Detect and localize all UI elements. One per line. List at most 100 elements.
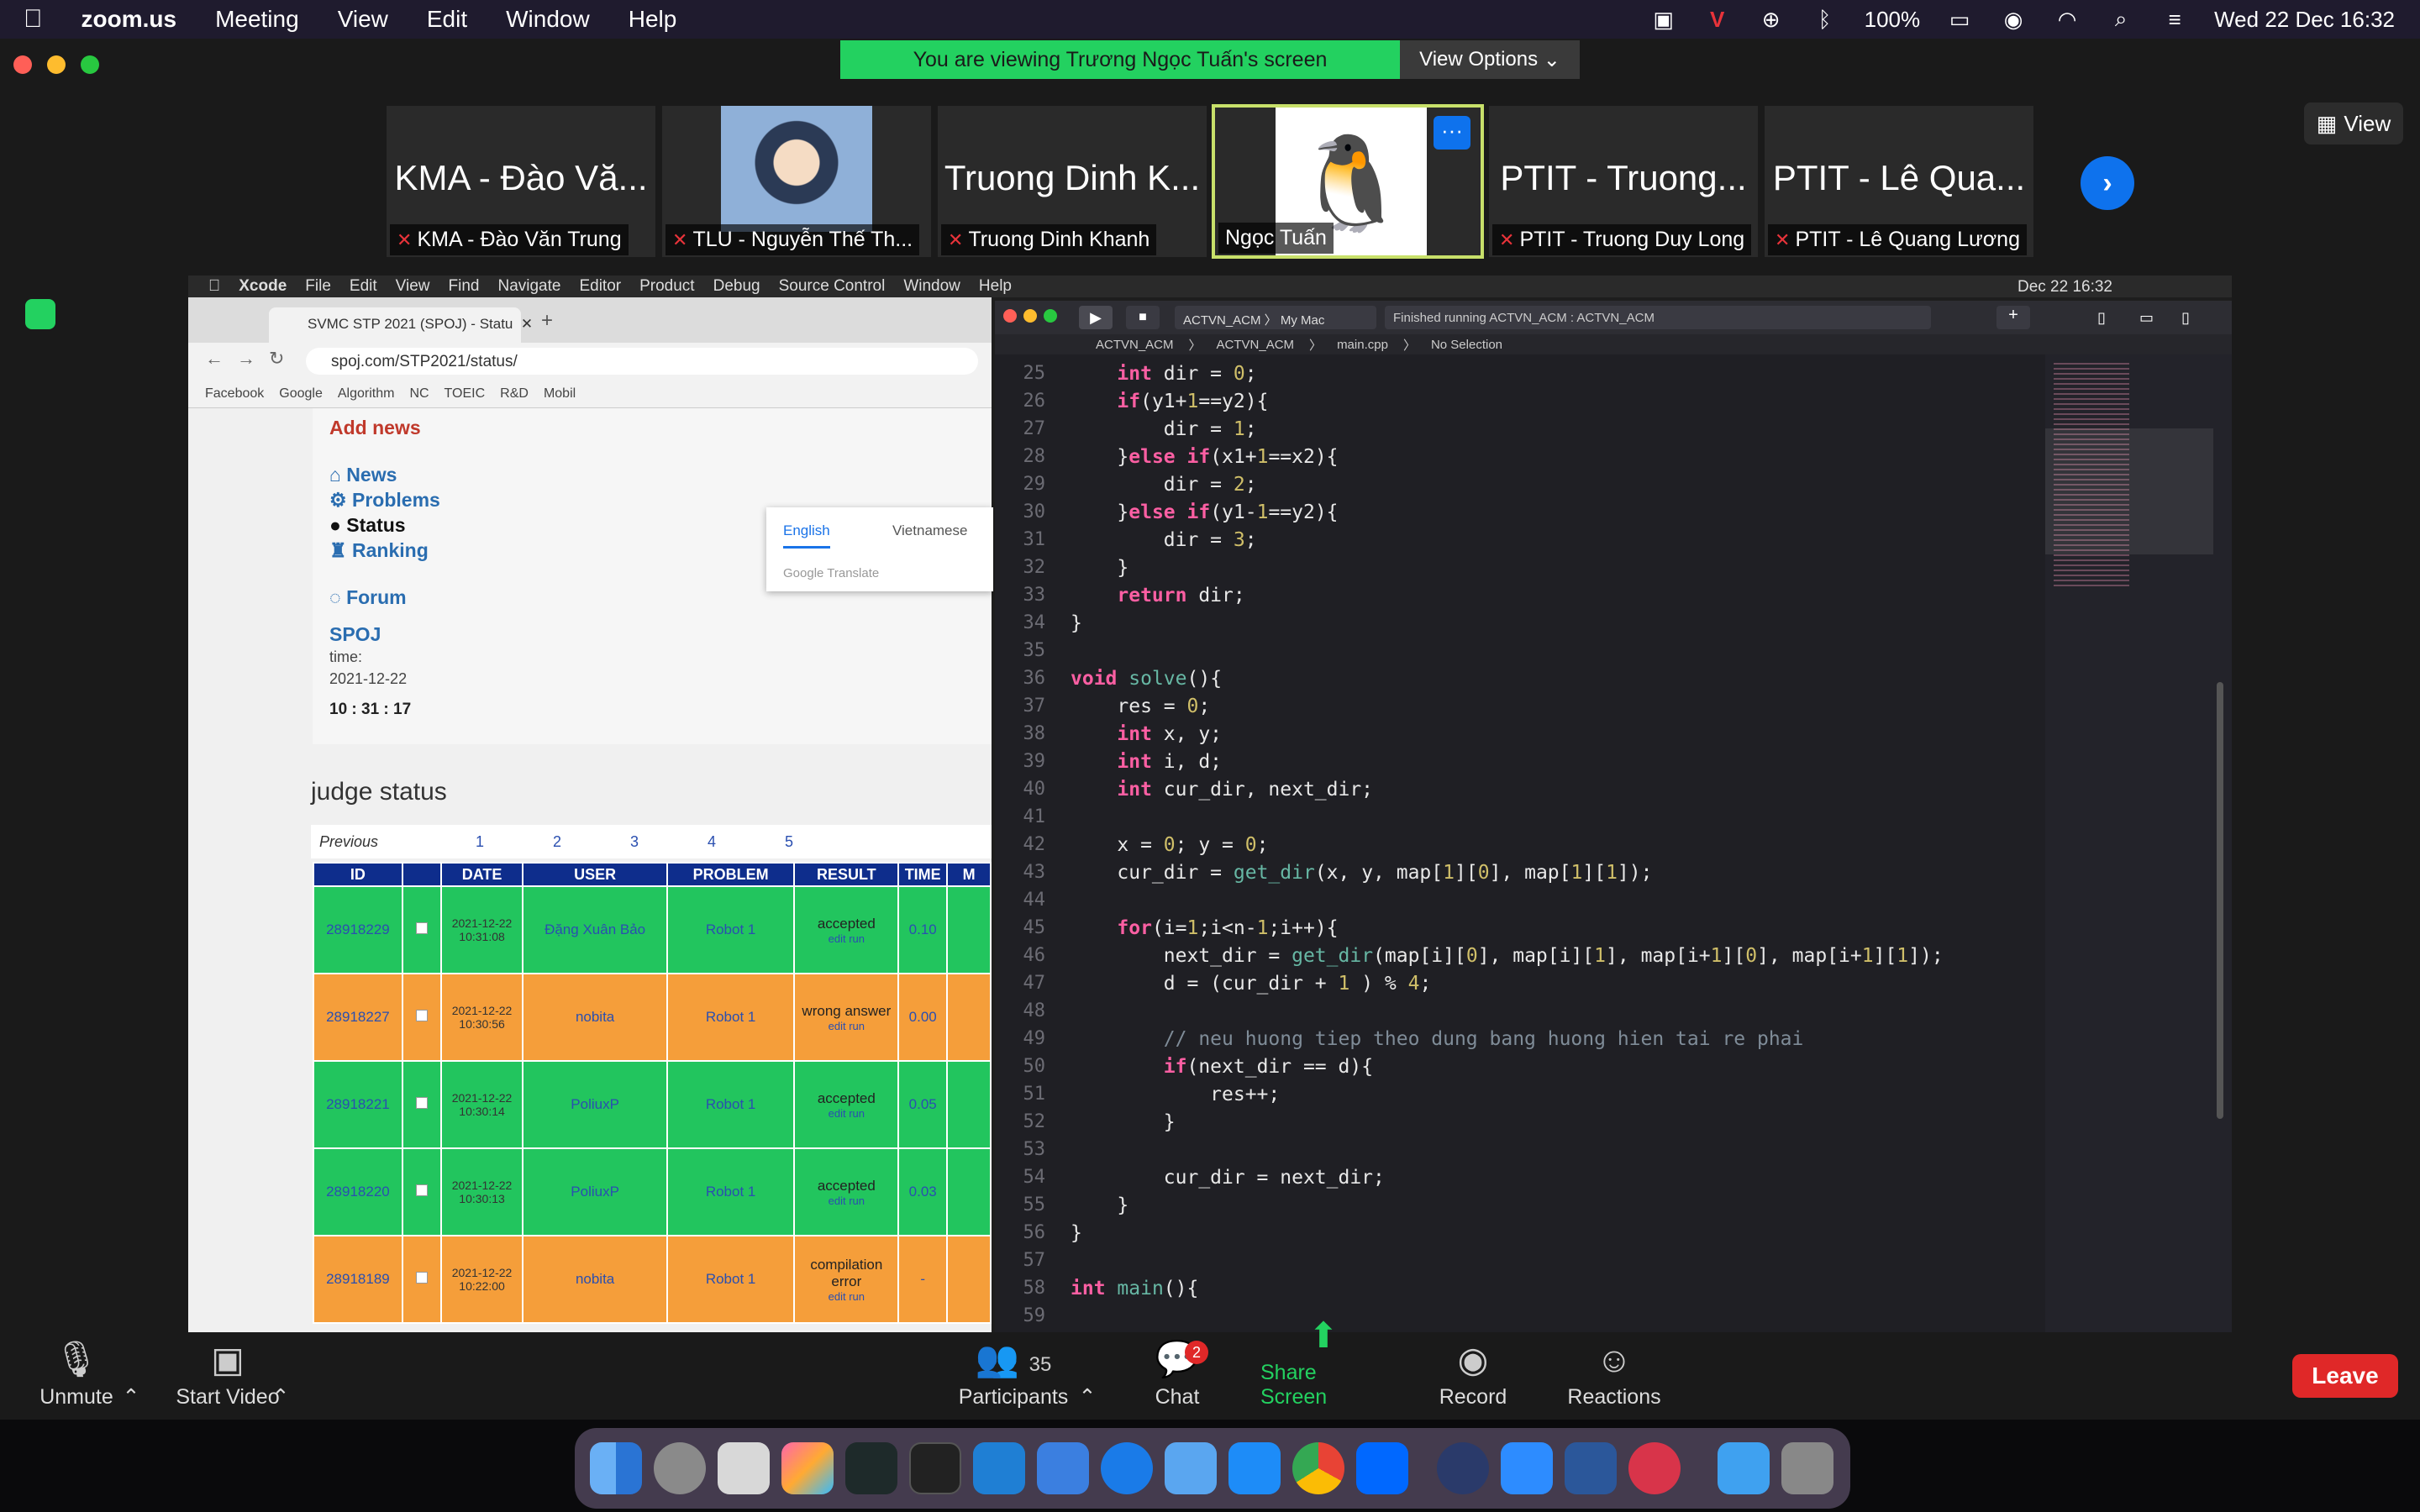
code-line[interactable]: }: [1071, 612, 1082, 634]
participant-tile[interactable]: ✕ TLU - Nguyễn Thế Th...: [662, 106, 931, 257]
code-line[interactable]: int x, y;: [1071, 723, 1222, 745]
code-line[interactable]: // neu huong tiep theo dung bang huong h…: [1071, 1028, 1804, 1050]
jumpbar-group[interactable]: ACTVN_ACM: [1217, 338, 1295, 352]
control-center-icon[interactable]: ≡: [2160, 7, 2189, 32]
automator-icon[interactable]: [718, 1442, 770, 1494]
code-line[interactable]: cur_dir = next_dir;: [1071, 1167, 1385, 1189]
page-link[interactable]: 1: [476, 833, 484, 851]
fullscreen-window-button[interactable]: [81, 55, 99, 74]
scheme-selector[interactable]: ACTVN_ACM 〉 My Mac: [1175, 306, 1376, 329]
audio-options-chevron-icon[interactable]: ⌃: [121, 1336, 141, 1416]
cell-user[interactable]: PoliuxP: [522, 1147, 668, 1236]
edit-run-links[interactable]: edit run: [795, 1290, 897, 1303]
nav-problems[interactable]: ⚙ Problems: [329, 489, 440, 512]
participant-tile[interactable]: PTIT - Truong... ✕ PTIT - Truong Duy Long: [1489, 106, 1758, 257]
menu-window[interactable]: Window: [506, 6, 590, 33]
app-icon[interactable]: [1101, 1442, 1153, 1494]
bluetooth-icon[interactable]: ᛒ: [1811, 7, 1839, 32]
code-line[interactable]: cur_dir = get_dir(x, y, map[1][0], map[1…: [1071, 862, 1652, 884]
code-line[interactable]: int cur_dir, next_dir;: [1071, 779, 1373, 801]
terminal-icon[interactable]: [909, 1442, 961, 1494]
user-icon[interactable]: ◉: [1999, 7, 2028, 32]
bookmark-nc[interactable]: NC: [409, 386, 429, 402]
translate-tab-vietnamese[interactable]: Vietnamese: [892, 522, 967, 539]
code-line[interactable]: }: [1071, 1194, 1128, 1216]
participants-button[interactable]: 👥 35 Participants: [955, 1336, 1072, 1416]
code-line[interactable]: if(next_dir == d){: [1071, 1056, 1373, 1078]
spoj-heading[interactable]: SPOJ: [329, 623, 381, 646]
launchpad-icon[interactable]: [781, 1442, 834, 1494]
page-link[interactable]: 4: [708, 833, 716, 851]
minimize-window-button[interactable]: [47, 55, 66, 74]
code-line[interactable]: res = 0;: [1071, 696, 1210, 717]
security-shield-icon[interactable]: [25, 299, 55, 329]
vscode-icon[interactable]: [973, 1442, 1025, 1494]
accessibility-icon[interactable]: ⊕: [1757, 7, 1786, 32]
cell-problem[interactable]: Robot 1: [666, 1060, 796, 1149]
search-icon[interactable]: ⌕: [2107, 6, 2135, 31]
code-line[interactable]: }: [1071, 557, 1128, 579]
bookmark-google[interactable]: Google: [279, 386, 323, 402]
cell-user[interactable]: PoliuxP: [522, 1060, 668, 1149]
inspector-toggle-icon[interactable]: ▯: [2181, 309, 2190, 327]
participants-options-chevron-icon[interactable]: ⌃: [1077, 1336, 1097, 1416]
url-input[interactable]: spoj.com/STP2021/status/: [306, 348, 978, 375]
xcode-minimize-button[interactable]: [1023, 309, 1037, 323]
edit-run-links[interactable]: edit run: [795, 1194, 897, 1207]
record-button[interactable]: ◉ Record: [1435, 1336, 1511, 1416]
library-plus-icon[interactable]: +: [1996, 306, 2030, 329]
code-line[interactable]: dir = 3;: [1071, 529, 1257, 551]
code-line[interactable]: return dir;: [1071, 585, 1244, 606]
code-line[interactable]: res++;: [1071, 1084, 1280, 1105]
cell-user[interactable]: Đặng Xuân Bảo: [522, 885, 668, 974]
code-line[interactable]: for(i=1;i<n-1;i++){: [1071, 917, 1338, 939]
jumpbar-project[interactable]: ACTVN_ACM: [1096, 338, 1174, 352]
stop-icon[interactable]: ■: [1126, 306, 1160, 329]
edit-run-links[interactable]: edit run: [795, 1020, 897, 1032]
code-line[interactable]: x = 0; y = 0;: [1071, 834, 1268, 856]
unmute-button[interactable]: 🎙 Unmute: [39, 1336, 114, 1416]
minimap-viewport[interactable]: [2045, 428, 2213, 554]
start-video-button[interactable]: ▣ Start Video: [173, 1336, 282, 1416]
cell-user[interactable]: nobita: [522, 1235, 668, 1324]
run-icon[interactable]: ▶: [1079, 306, 1113, 329]
vivaldi-icon[interactable]: V: [1703, 7, 1732, 32]
leave-button[interactable]: Leave: [2292, 1354, 2398, 1398]
next-page-arrow-icon[interactable]: ›: [2081, 156, 2134, 210]
edit-run-links[interactable]: edit run: [795, 1107, 897, 1120]
previous-link[interactable]: Previous: [319, 833, 378, 851]
forward-icon[interactable]: →: [237, 348, 255, 370]
participant-tile[interactable]: Truong Dinh K... ✕ Truong Dinh Khanh: [938, 106, 1207, 257]
cell-id[interactable]: 28918227: [313, 973, 403, 1062]
word-icon[interactable]: [1565, 1442, 1617, 1494]
menu-edit[interactable]: Edit: [427, 6, 467, 33]
menu-view[interactable]: View: [338, 6, 388, 33]
new-tab-icon[interactable]: +: [541, 309, 553, 333]
code-line[interactable]: int dir = 0;: [1071, 363, 1256, 385]
code-line[interactable]: void solve(){: [1071, 668, 1222, 690]
translate-tab-english[interactable]: English: [783, 522, 830, 549]
bookmark-facebook[interactable]: Facebook: [205, 386, 264, 402]
cell-id[interactable]: 28918229: [313, 885, 403, 974]
back-icon[interactable]: ←: [205, 348, 224, 370]
code-line[interactable]: dir = 2;: [1071, 474, 1257, 496]
xcode-zoom-button[interactable]: [1044, 309, 1057, 323]
bookmark-toeic[interactable]: TOEIC: [445, 386, 486, 402]
reactions-button[interactable]: ☺ Reactions: [1567, 1336, 1660, 1416]
mail-icon[interactable]: [1165, 1442, 1217, 1494]
zoom-status-icon[interactable]: ▣: [1649, 7, 1678, 32]
menu-meeting[interactable]: Meeting: [215, 6, 299, 33]
close-window-button[interactable]: [13, 55, 32, 74]
xcode-icon[interactable]: [1037, 1442, 1089, 1494]
code-line[interactable]: d = (cur_dir + 1 ) % 4;: [1071, 973, 1432, 995]
system-preferences-icon[interactable]: [654, 1442, 706, 1494]
page-link[interactable]: 3: [630, 833, 639, 851]
code-line[interactable]: int i, d;: [1071, 751, 1222, 773]
bookmark-rnd[interactable]: R&D: [500, 386, 529, 402]
edit-run-links[interactable]: edit run: [795, 932, 897, 945]
add-news-link[interactable]: Add news: [329, 417, 421, 439]
app-icon[interactable]: [1437, 1442, 1489, 1494]
activity-monitor-icon[interactable]: [845, 1442, 897, 1494]
navigator-toggle-icon[interactable]: ▯: [2097, 309, 2106, 327]
row-checkbox[interactable]: [415, 922, 428, 934]
